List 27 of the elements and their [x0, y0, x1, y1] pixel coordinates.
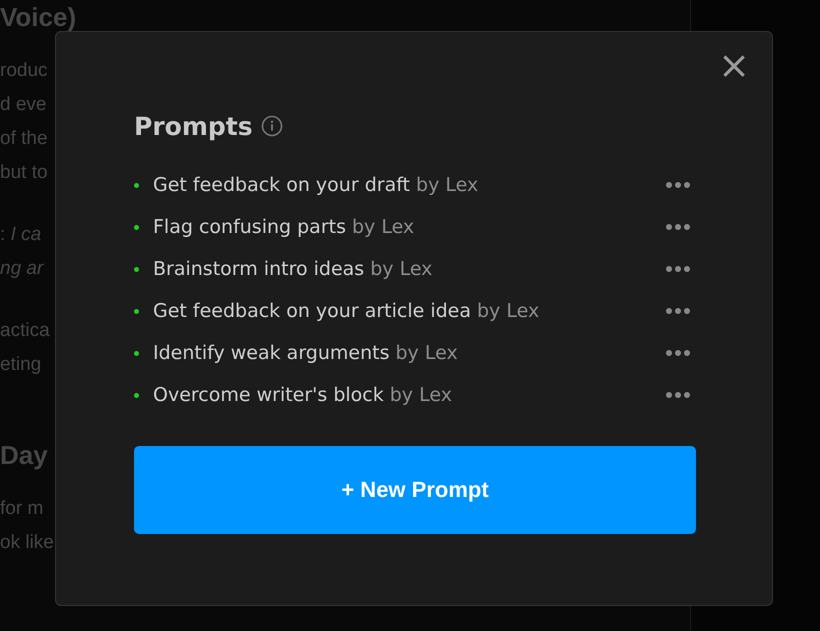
prompt-name[interactable]: Overcome writer's block: [153, 384, 384, 406]
document-text: roduc: [0, 59, 48, 83]
prompt-author: by Lex: [352, 216, 414, 238]
document-text: of the: [0, 127, 48, 151]
prompt-name[interactable]: Flag confusing parts: [153, 216, 346, 238]
document-text: d eve: [0, 93, 46, 117]
prompt-name[interactable]: Identify weak arguments: [153, 342, 390, 364]
document-text: but to: [0, 161, 48, 185]
dialog-title: Prompts: [134, 112, 253, 140]
close-button[interactable]: ×: [714, 46, 754, 84]
prompt-author: by Lex: [416, 174, 478, 196]
prompt-name[interactable]: Get feedback on your draft: [153, 174, 410, 196]
prompt-name[interactable]: Get feedback on your article idea: [153, 300, 471, 322]
prompt-author: by Lex: [390, 384, 452, 406]
document-text: : I ca: [0, 223, 42, 247]
info-icon[interactable]: [260, 115, 283, 137]
prompt-name[interactable]: Brainstorm intro ideas: [153, 258, 364, 280]
document-text: ok like: [0, 531, 54, 555]
document-heading: Day: [0, 439, 48, 472]
document-text: actica: [0, 319, 50, 343]
prompt-author: by Lex: [396, 342, 458, 364]
document-heading: Voice): [0, 1, 76, 34]
document-text: eting: [0, 353, 42, 377]
document-text: for m: [0, 497, 44, 521]
prompt-author: by Lex: [477, 300, 540, 322]
prompt-author: by Lex: [370, 258, 432, 280]
document-text: ng ar: [0, 257, 44, 281]
